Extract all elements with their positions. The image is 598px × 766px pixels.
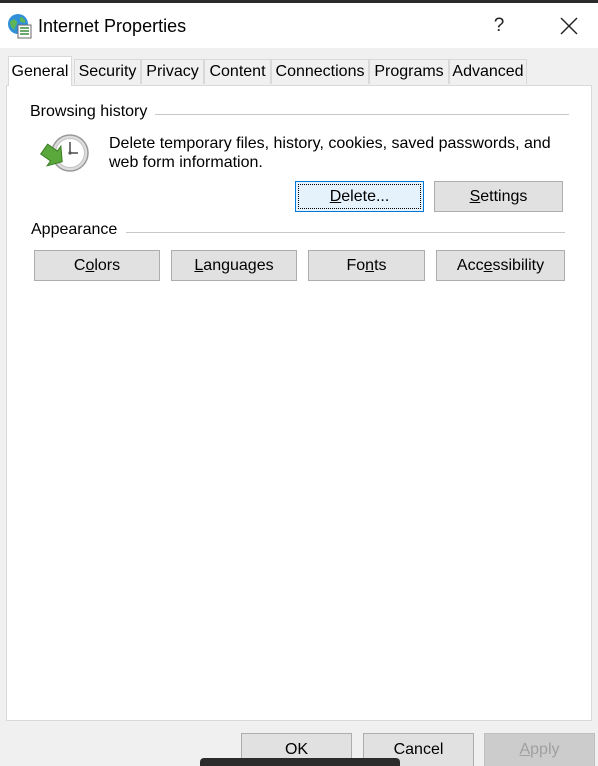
- browsing-history-description: Delete temporary files, history, cookies…: [109, 135, 551, 171]
- tab-strip: General Security Privacy Content Connect…: [0, 48, 598, 86]
- tab-label: Security: [78, 63, 137, 80]
- tab-label: Advanced: [452, 63, 524, 80]
- tab-privacy[interactable]: Privacy: [141, 59, 204, 84]
- focus-ring: [298, 184, 421, 209]
- tab-general[interactable]: General: [8, 56, 72, 86]
- fonts-label: Fonts: [346, 256, 387, 274]
- accessibility-label: Accessibility: [456, 256, 545, 274]
- accessibility-button[interactable]: Accessibility: [436, 250, 565, 281]
- colors-label: Colors: [73, 256, 121, 274]
- clock-delete-icon: [40, 134, 89, 172]
- tab-label: Content: [209, 63, 266, 80]
- internet-options-globe-icon: [8, 14, 32, 39]
- tab-advanced[interactable]: Advanced: [449, 59, 527, 84]
- window-title: Internet Properties: [38, 16, 187, 36]
- settings-label: Settings: [469, 187, 528, 205]
- apply-label: Apply: [519, 741, 560, 758]
- appearance-heading: Appearance: [31, 221, 126, 239]
- browsing-history-divider: [150, 114, 569, 115]
- cancel-label: Cancel: [393, 741, 444, 758]
- settings-button[interactable]: Settings: [434, 181, 563, 212]
- colors-button[interactable]: Colors: [34, 250, 160, 281]
- languages-button[interactable]: Languages: [171, 250, 297, 281]
- taskbar-edge: [200, 758, 400, 766]
- tab-label: Privacy: [146, 63, 199, 80]
- ok-label: OK: [284, 741, 309, 758]
- apply-button[interactable]: Apply: [484, 733, 595, 766]
- tab-label: General: [11, 62, 69, 80]
- tab-connections[interactable]: Connections: [271, 59, 369, 84]
- title-bar: Internet Properties ?: [0, 3, 598, 48]
- close-button[interactable]: [546, 9, 592, 43]
- tab-programs[interactable]: Programs: [369, 59, 449, 84]
- close-icon: [560, 17, 578, 35]
- tab-label: Connections: [275, 63, 365, 80]
- tab-security[interactable]: Security: [74, 59, 141, 84]
- appearance-divider: [126, 232, 565, 233]
- help-label: ?: [493, 15, 505, 36]
- tab-label: Programs: [374, 63, 444, 80]
- delete-button[interactable]: Delete...: [295, 181, 424, 212]
- languages-label: Languages: [194, 256, 274, 274]
- tab-content[interactable]: Content: [204, 59, 271, 84]
- help-button[interactable]: ?: [476, 9, 522, 43]
- browsing-history-heading: Browsing history: [30, 103, 156, 121]
- fonts-button[interactable]: Fonts: [308, 250, 425, 281]
